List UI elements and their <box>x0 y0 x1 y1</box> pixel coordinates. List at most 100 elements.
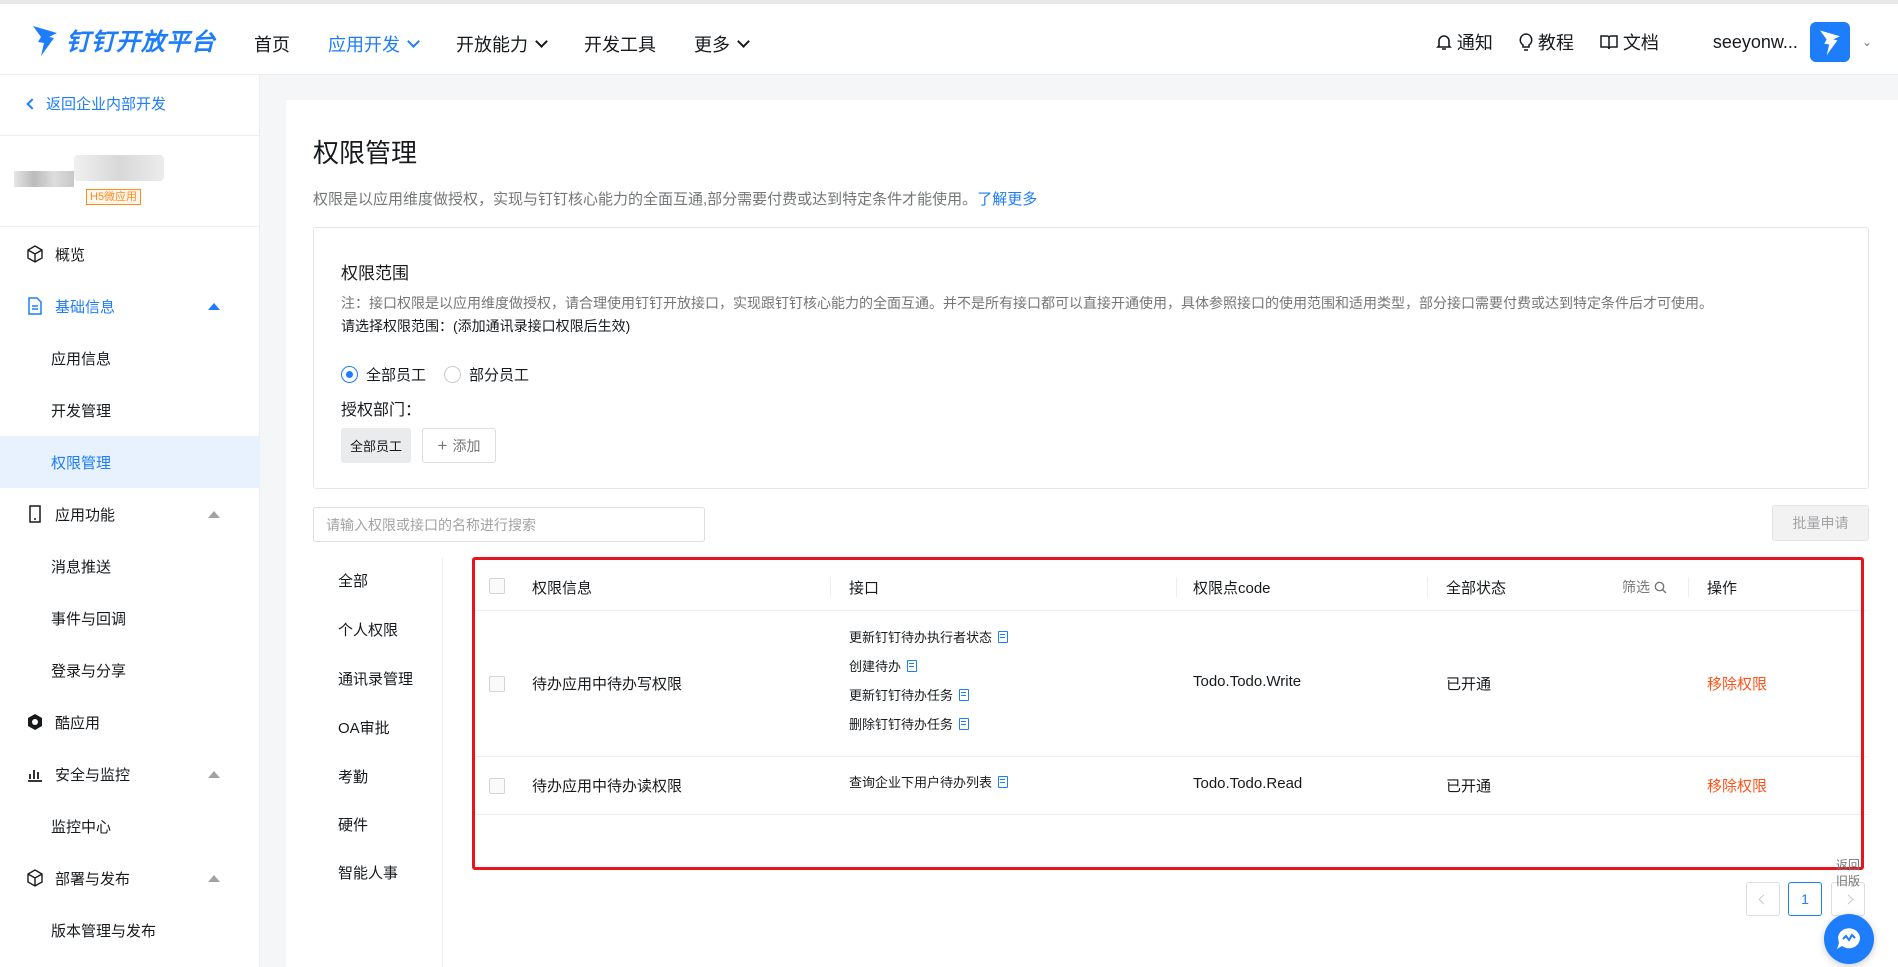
learn-more-link[interactable]: 了解更多 <box>977 191 1037 208</box>
nav-dev-tools[interactable]: 开发工具 <box>584 31 656 57</box>
api-item: 删除钉钉待办任务 <box>849 714 970 733</box>
status-badge: 已开通 <box>1446 778 1492 795</box>
col-code: 权限点code <box>1193 580 1271 597</box>
sidebar-item-events[interactable]: 事件与回调 <box>0 592 260 644</box>
assistant-bot-button[interactable] <box>1824 914 1874 964</box>
status-filter[interactable]: 筛选 <box>1622 577 1667 597</box>
book-icon <box>1600 35 1618 50</box>
dingtalk-logo[interactable]: 钉钉开放平台 <box>32 22 216 57</box>
api-item: 更新钉钉待办任务 <box>849 685 970 704</box>
page-number-button[interactable]: 1 <box>1788 882 1822 916</box>
sidebar: 返回企业内部开发 H5微应用 概览 基础信息 应用信息 开发管理 权限管理 应用… <box>0 75 260 967</box>
dept-tag: 全部员工 <box>341 428 411 463</box>
radio-unchecked-icon <box>444 366 462 383</box>
row-checkbox[interactable] <box>489 778 505 794</box>
bulb-icon <box>1519 33 1533 51</box>
doc-link-icon[interactable] <box>998 775 1009 788</box>
category-hardware[interactable]: 硬件 <box>338 814 368 835</box>
notify-link[interactable]: 通知 <box>1435 29 1493 55</box>
sidebar-item-permission[interactable]: 权限管理 <box>0 436 260 488</box>
sidebar-item-version[interactable]: 版本管理与发布 <box>0 904 260 956</box>
sidebar-item-login-share[interactable]: 登录与分享 <box>0 644 260 696</box>
row-checkbox[interactable] <box>489 676 505 692</box>
col-api: 接口 <box>849 580 880 597</box>
top-navbar: 钉钉开放平台 首页 应用开发 开放能力 开发工具 更多 通知 教程 文档 see… <box>0 0 1898 75</box>
prev-page-button[interactable] <box>1746 882 1780 916</box>
permission-search-input[interactable] <box>313 507 705 542</box>
sidebar-item-message-push[interactable]: 消息推送 <box>0 540 260 592</box>
cool-app-icon <box>28 714 42 730</box>
nav-home[interactable]: 首页 <box>254 31 290 57</box>
category-contacts[interactable]: 通讯录管理 <box>338 668 413 689</box>
sidebar-item-app-features[interactable]: 应用功能 <box>0 488 260 540</box>
doc-link-icon[interactable] <box>959 717 970 730</box>
add-dept-button[interactable]: + 添加 <box>422 428 496 463</box>
col-status: 全部状态 <box>1446 580 1507 597</box>
search-icon <box>1654 581 1667 593</box>
sidebar-item-security[interactable]: 安全与监控 <box>0 748 260 800</box>
remove-permission-button[interactable]: 移除权限 <box>1707 775 1767 796</box>
page-title: 权限管理 <box>313 138 418 168</box>
category-smart-hr[interactable]: 智能人事 <box>338 862 398 883</box>
category-oa-approval[interactable]: OA审批 <box>338 717 390 738</box>
chevron-down-icon <box>535 35 548 48</box>
scope-title: 权限范围 <box>341 264 409 283</box>
sidebar-item-basic-info[interactable]: 基础信息 <box>0 280 260 332</box>
api-item: 查询企业下用户待办列表 <box>849 772 1009 791</box>
permission-code: Todo.Todo.Write <box>1193 673 1302 690</box>
radio-all-staff[interactable]: 全部员工 <box>341 364 426 385</box>
nav-app-dev[interactable]: 应用开发 <box>328 31 420 57</box>
table-header: 权限信息 接口 权限点code 全部状态 筛选 操作 <box>472 561 1868 611</box>
dept-label: 授权部门： <box>341 402 422 419</box>
doc-link-icon[interactable] <box>998 630 1009 643</box>
divider <box>0 135 260 136</box>
sidebar-item-overview[interactable]: 概览 <box>0 228 260 280</box>
status-badge: 已开通 <box>1446 676 1492 693</box>
permission-info: 待办应用中待办写权限 <box>532 676 683 693</box>
chat-bot-icon <box>1837 928 1860 949</box>
permission-scope-panel: 权限范围 注：接口权限是以应用维度做授权，请合理使用钉钉开放接口，实现跟钉钉核心… <box>313 227 1869 489</box>
api-item: 创建待办 <box>849 656 918 675</box>
col-separator <box>1176 577 1177 597</box>
col-separator <box>1427 577 1428 597</box>
brand-name: 钉钉开放平台 <box>66 29 216 56</box>
category-all[interactable]: 全部 <box>338 570 368 591</box>
main-nav: 首页 应用开发 开放能力 开发工具 更多 <box>254 31 786 57</box>
bar-chart-icon <box>28 770 42 782</box>
divider <box>0 226 260 227</box>
bell-icon <box>1435 35 1452 50</box>
category-attendance[interactable]: 考勤 <box>338 766 368 787</box>
sidebar-item-deploy[interactable]: 部署与发布 <box>0 852 260 904</box>
doc-link-icon[interactable] <box>959 688 970 701</box>
radio-part-staff[interactable]: 部分员工 <box>444 364 529 385</box>
user-menu[interactable]: seeyonw... ⌄ <box>1713 22 1872 62</box>
chevron-down-icon: ⌄ <box>1861 35 1872 49</box>
nav-more[interactable]: 更多 <box>694 31 750 57</box>
scope-note: 注：接口权限是以应用维度做授权，请合理使用钉钉开放接口，实现跟钉钉核心能力的全面… <box>341 295 1713 311</box>
caret-up-icon <box>208 510 220 518</box>
back-link[interactable]: 返回企业内部开发 <box>26 93 166 114</box>
tutorial-link[interactable]: 教程 <box>1519 29 1574 55</box>
docs-link[interactable]: 文档 <box>1600 29 1659 55</box>
chevron-left-icon <box>26 97 38 110</box>
radio-checked-icon <box>341 366 358 383</box>
sidebar-item-app-info[interactable]: 应用信息 <box>0 332 260 384</box>
table-row: 待办应用中待办读权限 查询企业下用户待办列表 Todo.Todo.Read 已开… <box>472 757 1868 815</box>
sidebar-item-monitor[interactable]: 监控中心 <box>0 800 260 852</box>
select-all-checkbox[interactable] <box>489 578 505 594</box>
batch-apply-button[interactable]: 批量申请 <box>1772 505 1869 541</box>
old-version-link[interactable]: 返回旧版 <box>1836 857 1864 889</box>
nav-open-capability[interactable]: 开放能力 <box>456 31 548 57</box>
document-icon <box>28 297 42 315</box>
cube-icon <box>27 245 43 263</box>
remove-permission-button[interactable]: 移除权限 <box>1707 673 1767 694</box>
doc-link-icon[interactable] <box>907 659 918 672</box>
sidebar-item-cool-app[interactable]: 酷应用 <box>0 696 260 748</box>
caret-up-icon <box>208 874 220 882</box>
chevron-right-icon <box>1843 894 1853 904</box>
sidebar-item-dev-manage[interactable]: 开发管理 <box>0 384 260 436</box>
user-name: seeyonw... <box>1712 31 1798 52</box>
page-description: 权限是以应用维度做授权，实现与钉钉核心能力的全面互通,部分需要付费或达到特定条件… <box>313 191 1038 208</box>
app-type-tag: H5微应用 <box>86 189 142 205</box>
category-personal[interactable]: 个人权限 <box>338 619 398 640</box>
